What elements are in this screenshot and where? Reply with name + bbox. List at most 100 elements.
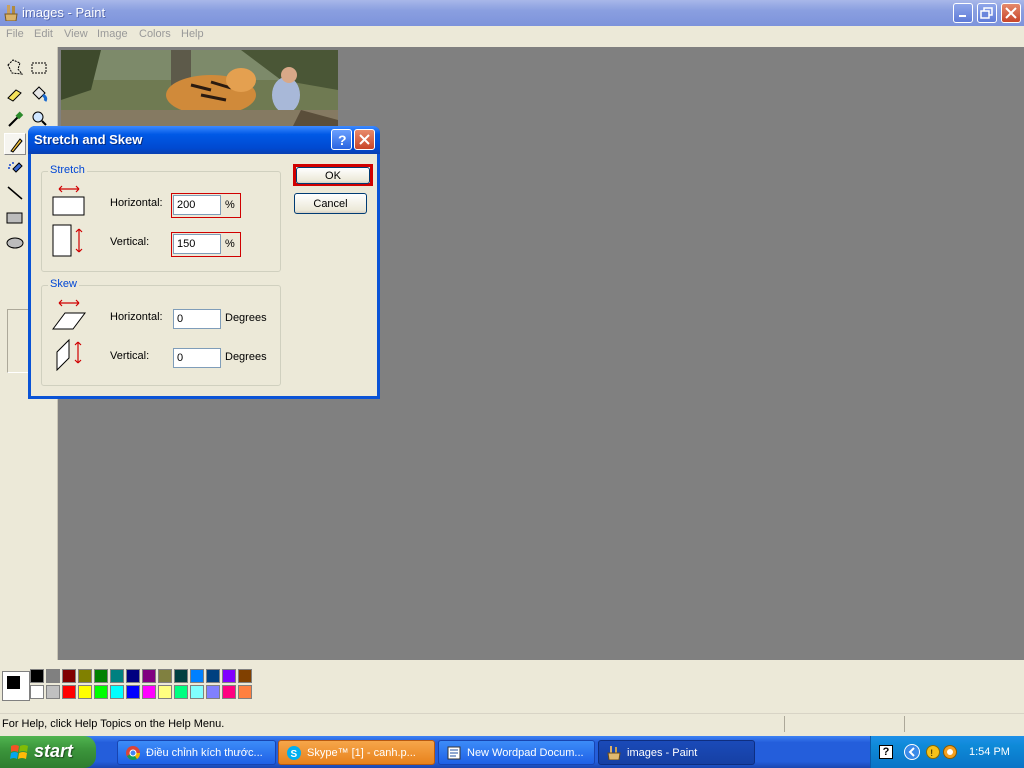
status-divider <box>904 716 905 732</box>
svg-text:S: S <box>291 749 298 760</box>
palette-swatch[interactable] <box>222 685 236 699</box>
eraser-tool[interactable] <box>4 83 26 105</box>
svg-text:!: ! <box>931 748 934 758</box>
app-tray-icon[interactable] <box>943 744 957 760</box>
palette-swatch[interactable] <box>206 685 220 699</box>
palette-swatch[interactable] <box>46 685 60 699</box>
rect-select-tool[interactable] <box>28 57 50 79</box>
dialog-close-button[interactable] <box>354 129 375 150</box>
fill-tool[interactable] <box>28 83 50 105</box>
alert-tray-icon[interactable]: ! <box>926 744 940 760</box>
palette-swatch[interactable] <box>94 669 108 683</box>
palette-swatch[interactable] <box>30 685 44 699</box>
stretch-horizontal-input[interactable]: 200 <box>173 195 221 215</box>
palette-swatch[interactable] <box>174 669 188 683</box>
taskbar-item-wordpad[interactable]: New Wordpad Docum... <box>438 740 595 765</box>
menu-colors[interactable]: Colors <box>139 28 171 40</box>
status-divider <box>784 716 785 732</box>
svg-text:?: ? <box>338 132 347 148</box>
pencil-icon <box>10 138 23 153</box>
taskbar-item-skype[interactable]: S Skype™ [1] - canh.p... <box>278 740 435 765</box>
palette-swatch[interactable] <box>142 669 156 683</box>
minimize-button[interactable] <box>953 3 973 23</box>
line-tool[interactable] <box>4 182 26 204</box>
wordpad-icon <box>447 746 461 760</box>
skew-vertical-input[interactable]: 0 <box>173 348 221 368</box>
palette-swatch[interactable] <box>78 685 92 699</box>
stretch-legend: Stretch <box>48 164 87 176</box>
palette-swatch[interactable] <box>110 685 124 699</box>
taskbar-item-label: Skype™ [1] - canh.p... <box>307 747 416 759</box>
menu-bar: File Edit View Image Colors Help <box>0 26 1024 44</box>
current-colors[interactable] <box>2 671 30 701</box>
palette-swatch[interactable] <box>142 685 156 699</box>
palette-swatch[interactable] <box>174 685 188 699</box>
palette-swatch[interactable] <box>78 669 92 683</box>
ok-button[interactable]: OK <box>296 167 370 184</box>
palette-swatch[interactable] <box>62 685 76 699</box>
palette-swatch[interactable] <box>190 685 204 699</box>
window-title: images - Paint <box>22 5 106 20</box>
free-select-tool[interactable] <box>4 57 26 79</box>
foreground-color <box>6 675 21 690</box>
paint-icon <box>607 746 621 760</box>
menu-file[interactable]: File <box>6 28 24 40</box>
stretch-vertical-label: Vertical: <box>110 236 150 248</box>
stretch-horizontal-icon <box>52 185 85 216</box>
palette-swatch[interactable] <box>238 669 252 683</box>
help-button[interactable]: ? <box>331 129 352 150</box>
taskbar-item-chrome[interactable]: Điều chỉnh kích thước... <box>117 740 276 765</box>
help-tray-icon[interactable]: ? <box>879 745 893 759</box>
free-select-icon <box>7 59 24 75</box>
menu-edit[interactable]: Edit <box>34 28 53 40</box>
canvas-image[interactable] <box>61 50 338 130</box>
palette-swatch[interactable] <box>158 685 172 699</box>
pencil-tool[interactable] <box>4 133 26 155</box>
airbrush-tool[interactable] <box>4 157 26 179</box>
skew-horizontal-icon <box>52 299 86 330</box>
dialog-title-bar[interactable]: Stretch and Skew ? <box>28 126 380 154</box>
color-palette <box>30 669 256 701</box>
palette-swatch[interactable] <box>30 669 44 683</box>
eyedropper-icon <box>8 111 24 127</box>
menu-image[interactable]: Image <box>97 28 128 40</box>
close-button[interactable] <box>1001 3 1021 23</box>
taskbar-item-paint[interactable]: images - Paint <box>598 740 755 765</box>
skew-horizontal-input[interactable]: 0 <box>173 309 221 329</box>
skype-icon: S <box>287 746 301 760</box>
status-text: For Help, click Help Topics on the Help … <box>2 718 225 730</box>
restore-icon <box>980 7 993 19</box>
palette-swatch[interactable] <box>94 685 108 699</box>
ellipse-tool[interactable] <box>4 232 26 254</box>
palette-swatch[interactable] <box>222 669 236 683</box>
palette-swatch[interactable] <box>62 669 76 683</box>
paint-bucket-icon <box>32 86 48 102</box>
cancel-button[interactable]: Cancel <box>294 193 367 214</box>
taskbar-item-label: Điều chỉnh kích thước... <box>146 747 263 759</box>
palette-swatch[interactable] <box>126 669 140 683</box>
window-title-bar[interactable]: images - Paint <box>0 0 1024 26</box>
paint-app-icon <box>4 5 18 21</box>
palette-swatch[interactable] <box>110 669 124 683</box>
palette-swatch[interactable] <box>238 685 252 699</box>
palette-swatch[interactable] <box>158 669 172 683</box>
airbrush-icon <box>8 162 23 173</box>
menu-help[interactable]: Help <box>181 28 204 40</box>
menu-view[interactable]: View <box>64 28 88 40</box>
taskbar-item-label: New Wordpad Docum... <box>467 747 584 759</box>
question-icon: ? <box>338 132 347 148</box>
clock: 1:54 PM <box>969 746 1010 758</box>
palette-swatch[interactable] <box>190 669 204 683</box>
stretch-vertical-input[interactable]: 150 <box>173 234 221 254</box>
palette-swatch[interactable] <box>126 685 140 699</box>
palette-swatch[interactable] <box>206 669 220 683</box>
start-button[interactable]: start <box>0 736 96 768</box>
rectangle-tool[interactable] <box>4 207 26 229</box>
rect-select-icon <box>31 62 47 74</box>
color-picker-tool[interactable] <box>4 108 26 130</box>
palette-swatch[interactable] <box>46 669 60 683</box>
chevron-left-icon[interactable] <box>904 744 920 760</box>
close-icon <box>359 134 370 145</box>
skew-legend: Skew <box>48 278 79 290</box>
restore-button[interactable] <box>977 3 997 23</box>
